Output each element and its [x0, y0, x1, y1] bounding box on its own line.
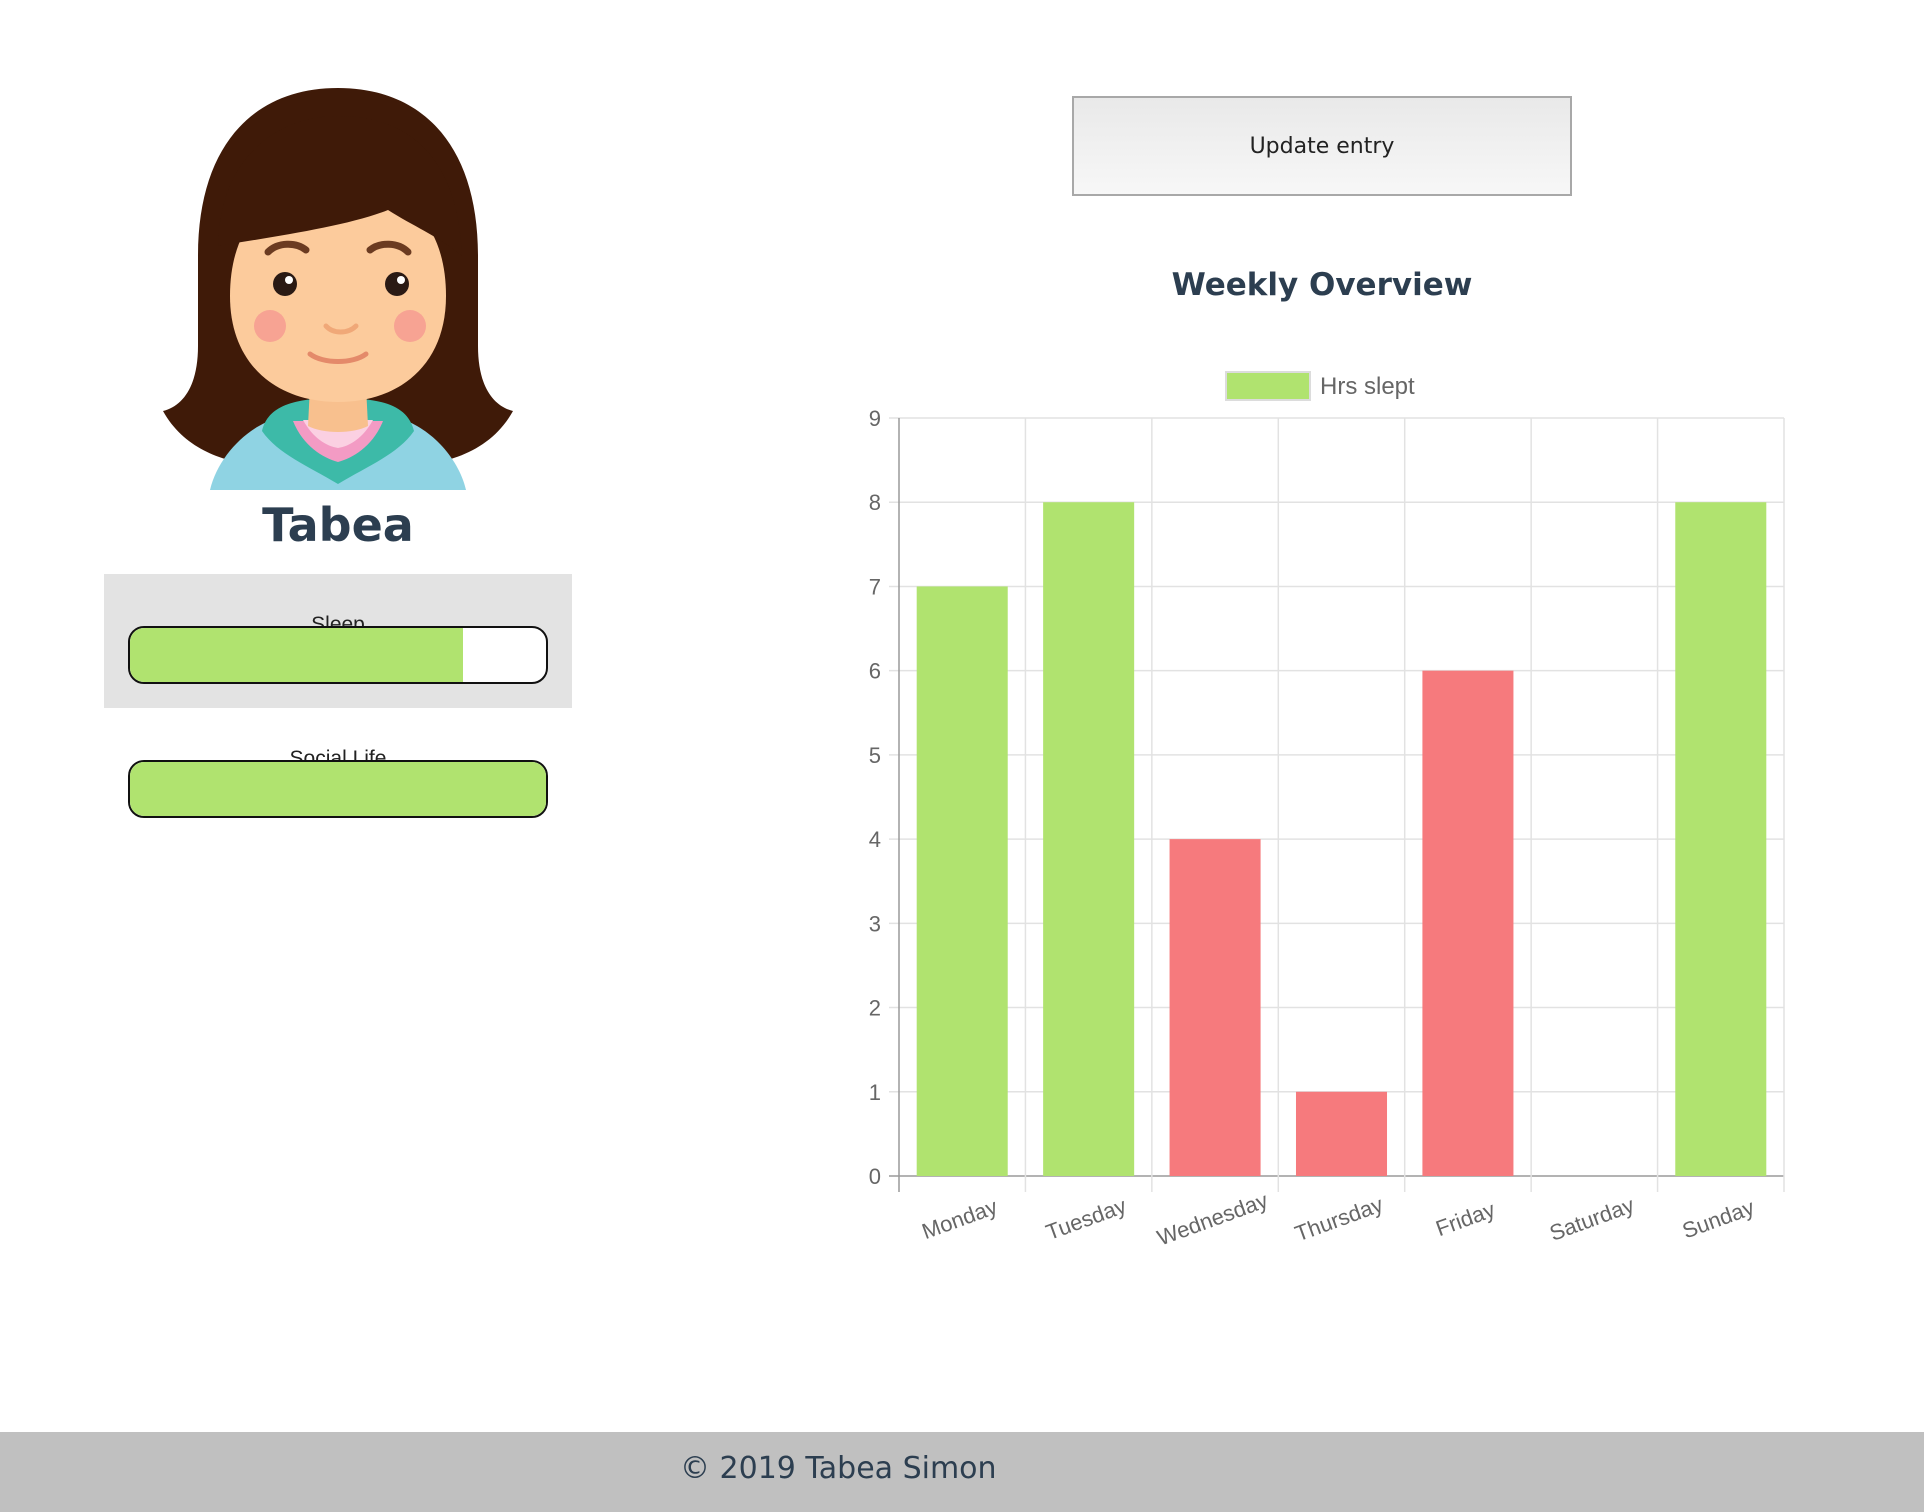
- x-tick-label: Saturday: [1546, 1192, 1637, 1246]
- bar-friday: [1422, 670, 1514, 1176]
- x-tick-label: Wednesday: [1154, 1187, 1271, 1250]
- y-tick-label: 5: [869, 743, 881, 768]
- bar-tuesday: [1043, 502, 1135, 1176]
- x-tick-label: Friday: [1432, 1197, 1498, 1241]
- x-tick-label: Monday: [919, 1194, 1001, 1244]
- bar-wednesday: [1169, 839, 1261, 1176]
- y-tick-label: 2: [869, 996, 881, 1021]
- y-tick-label: 3: [869, 911, 881, 936]
- footer-copyright: © 2019 Tabea Simon: [680, 1451, 997, 1486]
- bar-thursday: [1295, 1091, 1388, 1176]
- weekly-bar-chart: 0 1 2 3 4 5 6 7 8 9 Monday Tuesday Wednesday Thursday…: [869, 371, 1785, 1250]
- bar-monday: [916, 586, 1008, 1176]
- y-tick-label: 6: [869, 659, 881, 684]
- x-tick-label: Sunday: [1679, 1194, 1758, 1243]
- footer: © 2019 Tabea Simon: [0, 1432, 1924, 1512]
- y-tick-label: 8: [869, 490, 881, 515]
- legend-label: Hrs slept: [1320, 373, 1415, 400]
- y-tick-label: 7: [869, 574, 881, 599]
- y-tick-label: 9: [869, 406, 881, 431]
- y-tick-label: 0: [869, 1164, 881, 1189]
- y-tick-label: 4: [869, 827, 881, 852]
- bar-sunday: [1675, 502, 1767, 1176]
- y-tick-label: 1: [869, 1080, 881, 1105]
- x-tick-label: Thursday: [1292, 1192, 1387, 1247]
- legend-swatch: [1225, 371, 1311, 401]
- x-tick-label: Tuesday: [1043, 1193, 1130, 1245]
